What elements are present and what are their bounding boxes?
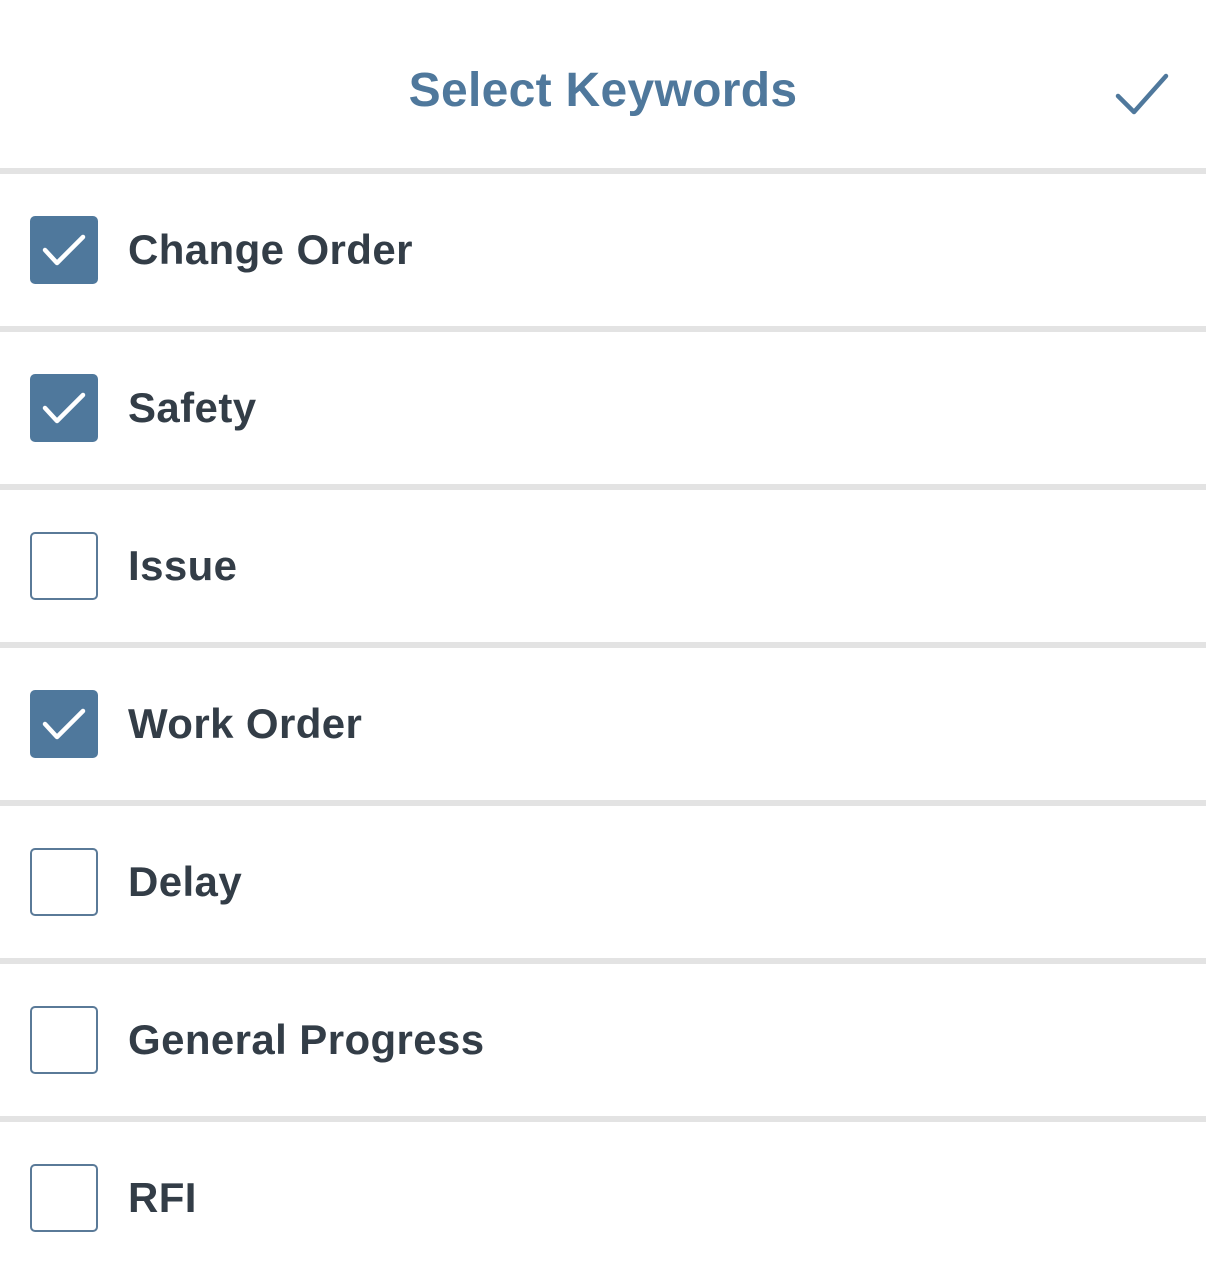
keyword-label: Change Order	[128, 226, 413, 273]
checkbox[interactable]	[30, 690, 98, 758]
keyword-label: Delay	[128, 858, 243, 905]
check-icon	[42, 708, 86, 740]
checkmark-icon	[1115, 73, 1169, 115]
keyword-row[interactable]: Safety	[0, 332, 1206, 484]
keyword-row[interactable]: Delay	[0, 806, 1206, 958]
keyword-row[interactable]: General Progress	[0, 964, 1206, 1116]
keyword-row[interactable]: Work Order	[0, 648, 1206, 800]
checkbox[interactable]	[30, 532, 98, 600]
checkbox[interactable]	[30, 374, 98, 442]
keyword-row[interactable]: Issue	[0, 490, 1206, 642]
header: Select Keywords	[0, 0, 1206, 168]
keyword-label: Work Order	[128, 700, 363, 747]
keyword-label: Safety	[128, 384, 257, 431]
keyword-row[interactable]: Change Order	[0, 174, 1206, 326]
keyword-label: General Progress	[128, 1016, 485, 1063]
keyword-row[interactable]: RFI	[0, 1122, 1206, 1274]
keyword-label: RFI	[128, 1174, 197, 1221]
checkbox[interactable]	[30, 1164, 98, 1232]
checkbox[interactable]	[30, 848, 98, 916]
check-icon	[42, 234, 86, 266]
checkbox[interactable]	[30, 1006, 98, 1074]
check-icon	[42, 392, 86, 424]
keyword-label: Issue	[128, 542, 238, 589]
checkbox[interactable]	[30, 216, 98, 284]
page-title: Select Keywords	[408, 64, 798, 117]
done-button[interactable]	[1106, 66, 1178, 122]
